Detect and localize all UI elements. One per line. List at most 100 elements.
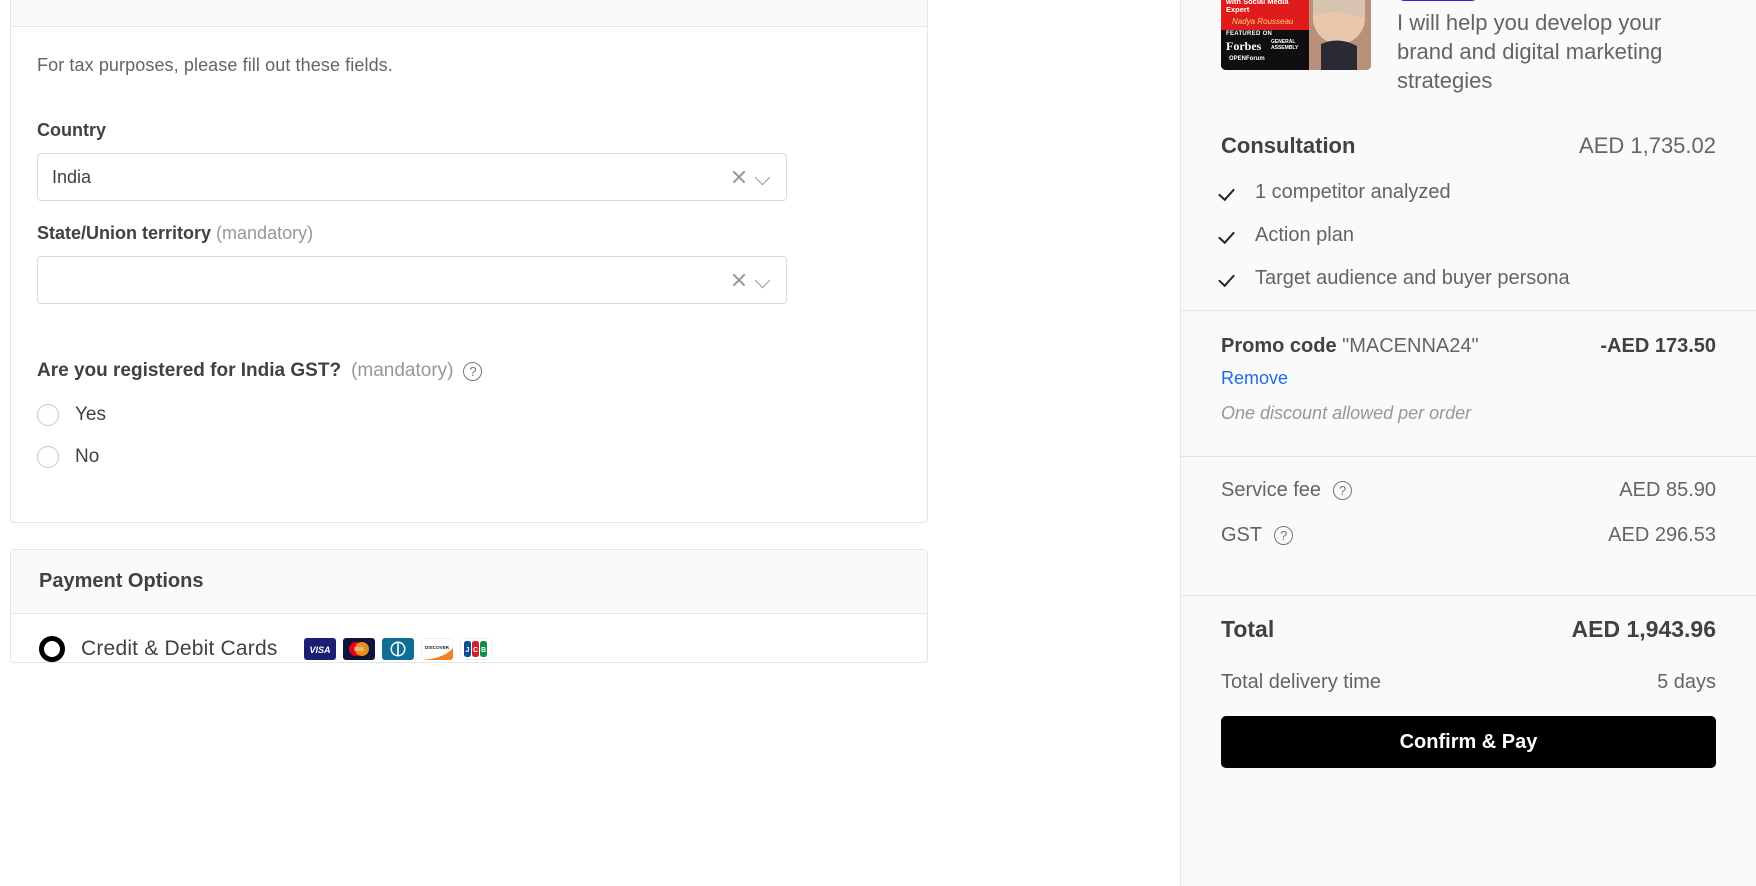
question-mark-icon[interactable]: ? — [1274, 526, 1293, 545]
thumb-featured-label: FEATURED ON — [1226, 31, 1272, 37]
gst-radio-no-label: No — [75, 446, 99, 468]
feature-label: Target audience and buyer persona — [1255, 267, 1570, 290]
thumb-author-name: Nadya Rousseau — [1232, 17, 1293, 26]
state-mandatory-tag: (mandatory) — [216, 223, 313, 243]
gst-fee-row: GST ? AED 296.53 — [1221, 524, 1716, 547]
chevron-down-icon[interactable] — [756, 170, 770, 184]
mastercard-icon — [343, 638, 375, 660]
delivery-time-row: Total delivery time 5 days — [1221, 671, 1716, 694]
radio-circle-icon[interactable] — [37, 446, 59, 468]
svg-text:J: J — [465, 647, 469, 654]
country-select-value: India — [52, 167, 731, 188]
svg-text:DISCOVER: DISCOVER — [425, 645, 450, 650]
jcb-icon: J C B — [460, 638, 492, 660]
gst-registration-block: Are you registered for India GST? (manda… — [37, 360, 901, 468]
gst-radio-yes[interactable]: Yes — [37, 404, 901, 426]
order-summary-panel: Marketing Strategy and Consulting with S… — [1180, 0, 1756, 886]
country-select-icons — [731, 169, 786, 185]
delivery-time-label: Total delivery time — [1221, 671, 1381, 694]
payment-method-credit-debit[interactable]: Credit & Debit Cards VISA — [39, 636, 899, 662]
package-name: Consultation — [1221, 133, 1355, 159]
tax-intro-text: For tax purposes, please fill out these … — [37, 55, 901, 76]
check-icon — [1221, 184, 1239, 202]
billing-information-card: Billing Information For tax purposes, pl… — [10, 0, 928, 523]
svg-text:B: B — [481, 647, 486, 654]
chevron-down-icon[interactable] — [756, 273, 770, 287]
service-fee-label: Service fee — [1221, 479, 1321, 502]
gst-radio-yes-label: Yes — [75, 404, 106, 426]
feature-label: 1 competitor analyzed — [1255, 181, 1451, 204]
country-label: Country — [37, 120, 901, 141]
list-item: Target audience and buyer persona — [1221, 267, 1716, 290]
gig-row: Marketing Strategy and Consulting with S… — [1221, 0, 1716, 95]
billing-card-body: For tax purposes, please fill out these … — [11, 27, 927, 522]
total-row: Total AED 1,943.96 — [1221, 616, 1716, 643]
clear-x-icon[interactable] — [731, 272, 747, 288]
feature-label: Action plan — [1255, 224, 1354, 247]
state-select[interactable] — [37, 256, 787, 304]
thumb-brand-forbes: Forbes — [1226, 39, 1261, 54]
delivery-time-value: 5 days — [1657, 671, 1716, 694]
package-feature-list: 1 competitor analyzed Action plan Target… — [1181, 159, 1756, 290]
confirm-and-pay-button[interactable]: Confirm & Pay — [1221, 716, 1716, 768]
promo-code-text: Promo code "MACENNA24" — [1221, 335, 1479, 358]
payment-options-card: Payment Options Credit & Debit Cards VIS… — [10, 549, 928, 663]
gig-thumbnail: Marketing Strategy and Consulting with S… — [1221, 0, 1371, 70]
promo-code-value: "MACENNA24" — [1342, 335, 1478, 357]
service-fee-row: Service fee ? AED 85.90 — [1221, 479, 1716, 502]
gst-question-row: Are you registered for India GST? (manda… — [37, 360, 901, 382]
check-icon — [1221, 227, 1239, 245]
gig-info: I will help you develop your brand and d… — [1397, 0, 1716, 95]
diners-club-icon — [382, 638, 414, 660]
gst-fee-left: GST ? — [1221, 524, 1293, 547]
left-column: Billing Information For tax purposes, pl… — [0, 0, 1050, 886]
state-label-text: State/Union territory — [37, 223, 211, 243]
payment-options-title: Payment Options — [39, 570, 203, 593]
list-item: Action plan — [1221, 224, 1716, 247]
promo-note: One discount allowed per order — [1221, 403, 1716, 424]
checkout-page: Billing Information For tax purposes, pl… — [0, 0, 1756, 886]
state-label: State/Union territory (mandatory) — [37, 223, 901, 244]
state-select-icons — [731, 272, 786, 288]
fees-block: Service fee ? AED 85.90 GST ? AED 296.53 — [1181, 457, 1756, 583]
check-icon — [1221, 270, 1239, 288]
question-mark-icon[interactable]: ? — [463, 362, 482, 381]
gig-title: I will help you develop your brand and d… — [1397, 8, 1716, 95]
total-label: Total — [1221, 616, 1274, 643]
question-mark-icon[interactable]: ? — [1333, 481, 1352, 500]
thumb-brand-open-forum: OPENForum — [1229, 56, 1265, 62]
total-value: AED 1,943.96 — [1572, 616, 1716, 643]
package-price: AED 1,735.02 — [1579, 133, 1716, 159]
remove-promo-link[interactable]: Remove — [1221, 368, 1716, 389]
order-summary-header: Marketing Strategy and Consulting with S… — [1181, 0, 1756, 95]
service-fee-value: AED 85.90 — [1619, 479, 1716, 502]
total-block: Total AED 1,943.96 Total delivery time 5… — [1181, 596, 1756, 694]
country-select[interactable]: India — [37, 153, 787, 201]
list-item: 1 competitor analyzed — [1221, 181, 1716, 204]
gst-radio-no[interactable]: No — [37, 446, 901, 468]
radio-circle-icon[interactable] — [37, 404, 59, 426]
promo-discount-amount: -AED 173.50 — [1600, 335, 1716, 358]
gst-label: GST — [1221, 524, 1262, 547]
promo-code-line: Promo code "MACENNA24" -AED 173.50 — [1221, 335, 1716, 358]
payment-card-body: Credit & Debit Cards VISA — [11, 614, 927, 662]
service-fee-left: Service fee ? — [1221, 479, 1352, 502]
billing-card-header: Billing Information — [11, 0, 927, 27]
promo-code-label: Promo code — [1221, 335, 1337, 357]
clear-x-icon[interactable] — [731, 169, 747, 185]
visa-icon: VISA — [304, 638, 336, 660]
package-price-row: Consultation AED 1,735.02 — [1181, 133, 1756, 159]
gst-mandatory-tag: (mandatory) — [351, 360, 453, 382]
card-brand-logos: VISA — [304, 638, 492, 660]
svg-text:C: C — [473, 647, 478, 654]
payment-card-header: Payment Options — [11, 550, 927, 614]
promoted-badge — [1397, 0, 1479, 1]
payment-method-label: Credit & Debit Cards — [81, 637, 278, 661]
discover-icon: DISCOVER — [421, 638, 453, 660]
gst-value: AED 296.53 — [1608, 524, 1716, 547]
thumb-line4: Expert — [1226, 6, 1249, 15]
gst-question-text: Are you registered for India GST? — [37, 360, 341, 382]
radio-selected-icon[interactable] — [39, 636, 65, 662]
svg-text:VISA: VISA — [309, 645, 330, 655]
promo-code-block: Promo code "MACENNA24" -AED 173.50 Remov… — [1181, 311, 1756, 444]
